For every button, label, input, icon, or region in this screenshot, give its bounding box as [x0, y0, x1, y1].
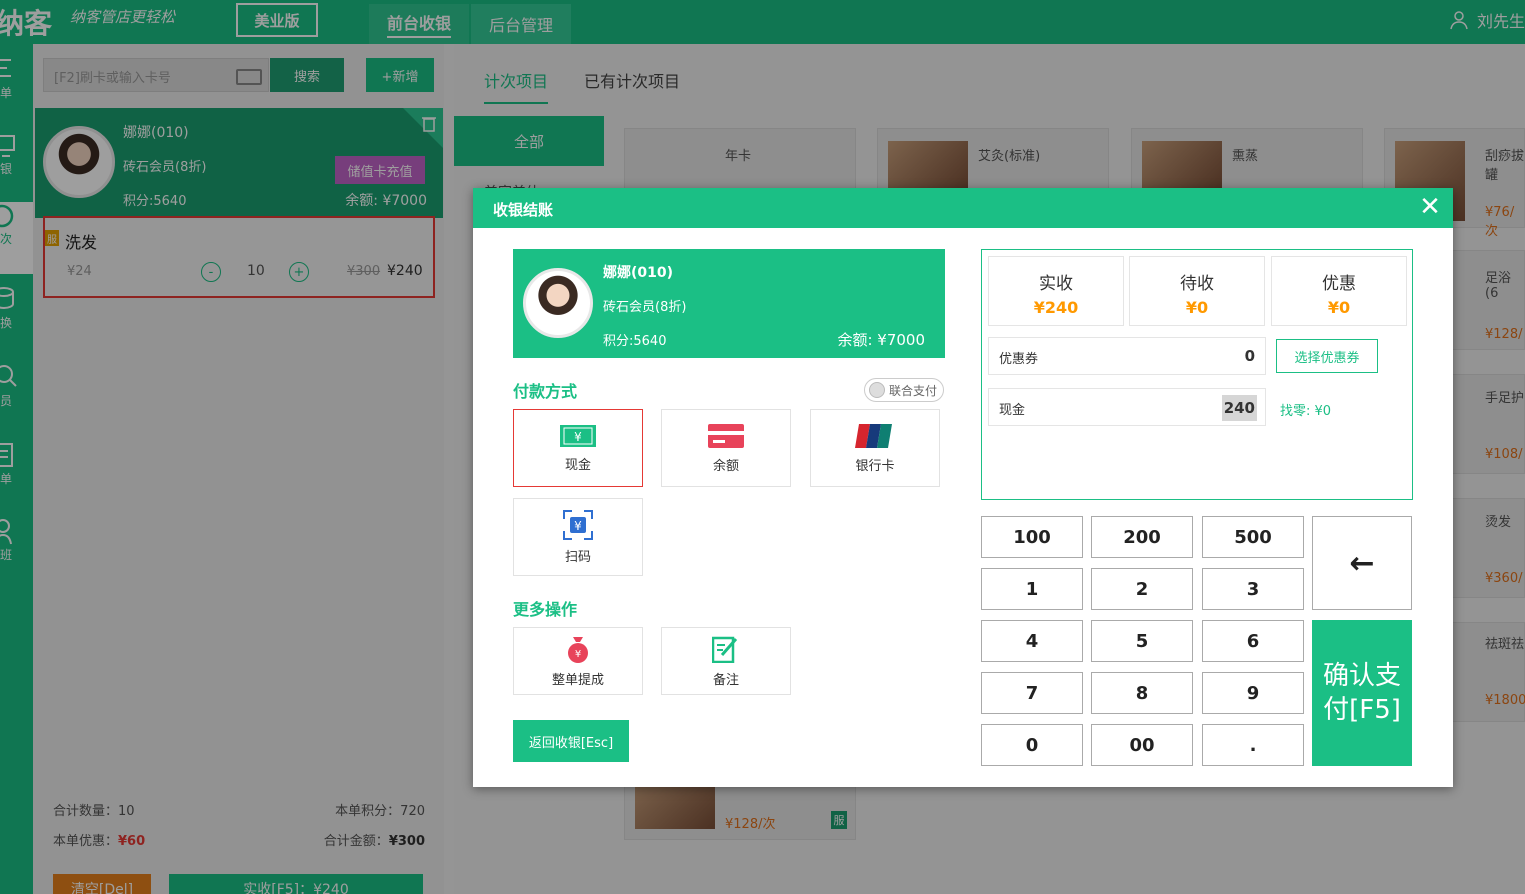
commission-button[interactable]: ¥ 整单提成	[513, 627, 643, 695]
more-op-label: 整单提成	[551, 672, 604, 688]
svg-text:¥: ¥	[574, 430, 582, 444]
member-level: 砖石会员(8折)	[603, 300, 687, 315]
key-9[interactable]: 9	[1202, 672, 1304, 714]
dialog-member-card: 娜娜(010) 砖石会员(8折) 积分:5640 余额: ¥7000	[513, 249, 945, 358]
money-bag-icon: ¥	[568, 636, 588, 663]
more-op-label: 备注	[712, 672, 739, 688]
pay-method-label: 现金	[564, 457, 591, 473]
svg-text:¥: ¥	[575, 649, 581, 660]
stat-label: 实收	[1039, 274, 1073, 294]
scan-icon: ¥	[563, 509, 593, 540]
pay-scan[interactable]: ¥ 扫码	[513, 498, 643, 576]
payment-summary: 实收 ¥240 待收 ¥0 优惠 ¥0 优惠券 0 选择优惠券 现金 240 找零: …	[981, 249, 1413, 500]
coupon-field[interactable]: 优惠券 0	[988, 337, 1266, 375]
note-button[interactable]: 备注	[661, 627, 791, 695]
key-00[interactable]: 00	[1091, 724, 1193, 766]
key-100[interactable]: 100	[981, 516, 1083, 558]
key-500[interactable]: 500	[1202, 516, 1304, 558]
stat-received: 实收 ¥240	[988, 256, 1124, 326]
cash-input-value[interactable]: 240	[1221, 395, 1257, 421]
confirm-payment-button[interactable]: 确认支付[F5]	[1312, 620, 1412, 766]
toggle-knob	[869, 382, 885, 398]
stat-label: 待收	[1180, 274, 1214, 294]
cash-icon: ¥	[560, 424, 596, 447]
key-200[interactable]: 200	[1091, 516, 1193, 558]
checkout-dialog: 收银结账 ✕ 娜娜(010) 砖石会员(8折) 积分:5640 余额: ¥700…	[473, 188, 1453, 787]
key-decimal[interactable]: .	[1202, 724, 1304, 766]
stat-label: 优惠	[1322, 274, 1356, 294]
coupon-value: 0	[1244, 347, 1255, 365]
key-4[interactable]: 4	[981, 620, 1083, 662]
key-3[interactable]: 3	[1202, 568, 1304, 610]
pay-bank-card[interactable]: 银行卡	[810, 409, 940, 487]
key-6[interactable]: 6	[1202, 620, 1304, 662]
pay-cash[interactable]: ¥ 现金	[513, 409, 643, 487]
member-name: 娜娜(010)	[603, 265, 674, 281]
card-icon	[708, 423, 744, 448]
pay-method-label: 余额	[712, 458, 739, 474]
stat-pending: 待收 ¥0	[1129, 256, 1265, 326]
pay-method-label: 扫码	[564, 549, 591, 565]
unionpay-icon	[855, 423, 892, 448]
stat-discount: 优惠 ¥0	[1271, 256, 1407, 326]
dialog-header: 收银结账 ✕	[473, 188, 1453, 228]
member-balance: 余额: ¥7000	[837, 331, 925, 349]
stat-value: ¥0	[1185, 298, 1209, 317]
dialog-title: 收银结账	[493, 201, 554, 219]
combined-pay-label: 联合支付	[889, 383, 938, 398]
more-operations-title: 更多操作	[513, 600, 578, 619]
key-1[interactable]: 1	[981, 568, 1083, 610]
member-points: 积分:5640	[603, 334, 667, 349]
change-amount: 找零: ¥0	[1280, 404, 1332, 419]
svg-text:¥: ¥	[574, 519, 582, 533]
key-0[interactable]: 0	[981, 724, 1083, 766]
stat-value: ¥0	[1327, 298, 1351, 317]
choose-coupon-button[interactable]: 选择优惠券	[1276, 339, 1378, 373]
pay-balance[interactable]: 余额	[661, 409, 791, 487]
stat-value: ¥240	[1033, 298, 1079, 317]
close-button[interactable]: ✕	[1415, 192, 1445, 222]
cash-field[interactable]: 现金 240	[988, 388, 1266, 426]
edit-icon	[712, 636, 738, 663]
key-5[interactable]: 5	[1091, 620, 1193, 662]
key-8[interactable]: 8	[1091, 672, 1193, 714]
backspace-key[interactable]: ←	[1312, 516, 1412, 610]
back-to-cashier-button[interactable]: 返回收银[Esc]	[513, 720, 629, 762]
combined-pay-toggle[interactable]: 联合支付	[864, 378, 944, 402]
key-7[interactable]: 7	[981, 672, 1083, 714]
key-2[interactable]: 2	[1091, 568, 1193, 610]
payment-method-title: 付款方式	[513, 382, 578, 401]
pay-method-label: 银行卡	[855, 458, 895, 474]
avatar	[523, 268, 593, 338]
coupon-label: 优惠券	[999, 352, 1039, 367]
cash-label: 现金	[999, 403, 1026, 418]
